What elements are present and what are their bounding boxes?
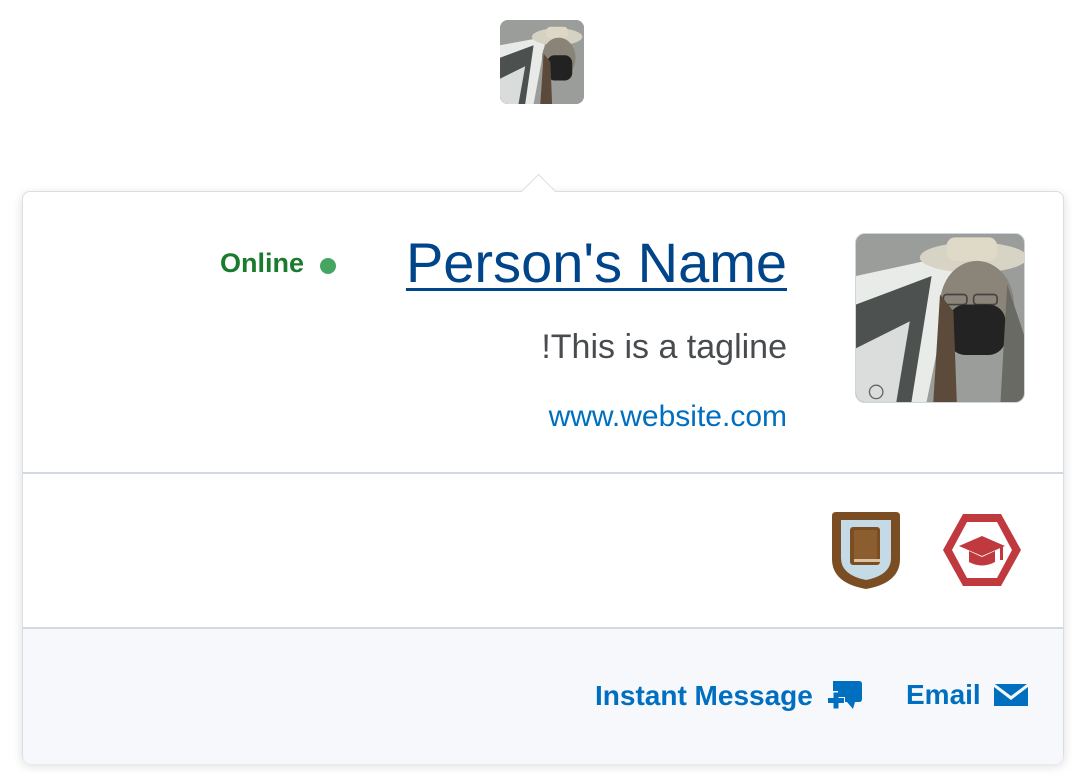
profile-card: Online Person's Name !This is a tagline …	[22, 173, 1064, 764]
graduation-cap-badge-icon[interactable]	[941, 512, 1023, 588]
presence-dot-icon	[320, 257, 337, 274]
profile-tagline: !This is a tagline	[541, 328, 787, 366]
instant-message-label: Instant Message	[595, 680, 813, 711]
profile-name-link[interactable]: Person's Name	[406, 230, 787, 295]
avatar-photo	[500, 20, 584, 104]
profile-avatar	[855, 233, 1025, 403]
profile-photo	[856, 234, 1024, 402]
section-divider	[23, 472, 1063, 474]
profile-popup-stage: Online Person's Name !This is a tagline …	[0, 0, 1084, 782]
actions-footer: Instant Message Email	[23, 627, 1063, 764]
chat-add-icon	[827, 681, 862, 709]
email-button[interactable]: Email	[906, 679, 1029, 711]
instant-message-button[interactable]: Instant Message	[595, 679, 863, 713]
profile-website-link[interactable]: www.website.com	[549, 400, 787, 434]
avatar-trigger[interactable]	[500, 20, 584, 104]
presence-status: Online	[220, 248, 337, 279]
email-label: Email	[906, 679, 981, 710]
envelope-icon	[993, 684, 1028, 706]
book-badge-icon[interactable]	[830, 509, 902, 591]
card-pointer	[520, 173, 557, 210]
presence-label: Online	[220, 248, 305, 278]
